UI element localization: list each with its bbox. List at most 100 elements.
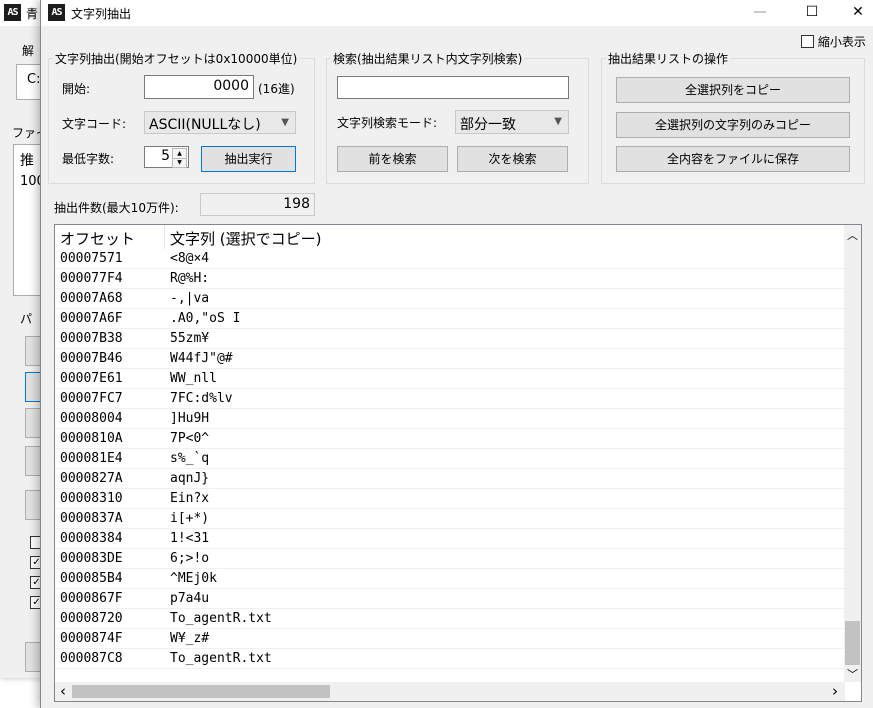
offset-cell: 0000810A	[60, 431, 123, 446]
table-row[interactable]: 0000874F W¥_z#	[55, 629, 845, 649]
min-length-value: 5	[161, 148, 170, 164]
offset-cell: 00007A6F	[60, 311, 123, 326]
string-cell: i[+*)	[170, 511, 210, 526]
table-row[interactable]: 0000827A aqnJ}	[55, 469, 845, 489]
offset-cell: 0000837A	[60, 511, 123, 526]
string-cell: aqnJ}	[170, 471, 210, 486]
result-count-box: 198	[200, 193, 315, 216]
string-cell: W44fJ"@#	[170, 351, 233, 366]
maximize-button[interactable]: ☐	[790, 0, 834, 26]
offset-cell: 00007FC7	[60, 391, 123, 406]
table-row[interactable]: 00008004 ]Hu9H	[55, 409, 845, 429]
charcode-select[interactable]: ASCII(NULLなし) ▼	[144, 111, 296, 134]
scroll-down-icon[interactable]: ﹀	[847, 666, 858, 682]
search-mode-value: 部分一致	[460, 117, 516, 133]
horizontal-scroll-thumb[interactable]	[72, 685, 330, 698]
string-cell: 1!<31	[170, 531, 210, 546]
extract-group-label: 文字列抽出(開始オフセットは0x10000単位)	[55, 52, 298, 66]
scroll-right-icon[interactable]: ›	[832, 682, 838, 700]
string-cell: To_agentR.txt	[170, 651, 272, 666]
search-mode-label: 文字列検索モード:	[337, 116, 438, 130]
string-cell: R@%H:	[170, 271, 210, 286]
save-to-file-button[interactable]: 全内容をファイルに保存	[616, 146, 850, 172]
offset-cell: 00008310	[60, 491, 123, 506]
table-row[interactable]: 000087C8 To_agentR.txt	[55, 649, 845, 669]
minimize-button[interactable]: —	[738, 0, 782, 26]
start-offset-input[interactable]: 0000	[144, 75, 254, 99]
results-header: オフセット 文字列 (選択でコピー)	[55, 225, 845, 249]
table-row[interactable]: 000083DE 6;>!o	[55, 549, 845, 569]
table-row[interactable]: 00008720 To_agentR.txt	[55, 609, 845, 629]
background-title: 青	[26, 7, 39, 21]
column-divider[interactable]	[164, 225, 165, 249]
offset-cell: 00008384	[60, 531, 123, 546]
table-row[interactable]: 000081E4 s%_`q	[55, 449, 845, 469]
table-row[interactable]: 00007A68 -,|va	[55, 289, 845, 309]
hex-unit-label: (16進)	[258, 82, 295, 96]
table-row[interactable]: 0000810A 7P<0^	[55, 429, 845, 449]
start-offset-value: 0000	[213, 78, 249, 94]
horizontal-scrollbar[interactable]: ‹ ›	[55, 682, 845, 701]
string-cell: -,|va	[170, 291, 210, 306]
table-row[interactable]: 0000837A i[+*)	[55, 509, 845, 529]
table-row[interactable]: 00007FC7 7FC:d%lv	[55, 389, 845, 409]
table-row[interactable]: 00007571 <8@×4	[55, 249, 845, 269]
string-cell: 6;>!o	[170, 551, 210, 566]
compact-view-checkbox[interactable]	[801, 35, 814, 48]
min-length-stepper[interactable]: 5 ▲ ▼	[144, 146, 189, 168]
search-next-button[interactable]: 次を検索	[457, 146, 568, 172]
offset-cell: 000077F4	[60, 271, 123, 286]
offset-cell: 0000827A	[60, 471, 123, 486]
table-row[interactable]: 00007A6F .A0,"oS I	[55, 309, 845, 329]
table-row[interactable]: 00008384 1!<31	[55, 529, 845, 549]
start-offset-label: 開始:	[62, 82, 91, 96]
string-cell: 7FC:d%lv	[170, 391, 233, 406]
table-row[interactable]: 000085B4 ^MEj0k	[55, 569, 845, 589]
search-prev-button[interactable]: 前を検索	[337, 146, 448, 172]
chevron-down-icon: ▼	[554, 116, 562, 127]
scroll-left-icon[interactable]: ‹	[60, 682, 66, 700]
results-list[interactable]: オフセット 文字列 (選択でコピー) 00007571 <8@×4 000077F4…	[54, 224, 862, 702]
table-row[interactable]: 00007B46 W44fJ"@#	[55, 349, 845, 369]
table-row[interactable]: 00007B38 55zm¥	[55, 329, 845, 349]
copy-selected-rows-button[interactable]: 全選択列をコピー	[616, 77, 850, 103]
offset-cell: 00008004	[60, 411, 123, 426]
string-cell: s%_`q	[170, 451, 210, 466]
string-extract-window: AS 文字列抽出 — ☐ ✕ 縮小表示 文字列抽出(開始オフセットは0x1000…	[40, 0, 873, 708]
list-ops-group-label: 抽出結果リストの操作	[608, 52, 729, 66]
string-cell: 7P<0^	[170, 431, 210, 446]
offset-cell: 0000874F	[60, 631, 123, 646]
string-cell: 55zm¥	[170, 331, 210, 346]
close-button[interactable]: ✕	[836, 0, 873, 26]
string-cell: ]Hu9H	[170, 411, 210, 426]
offset-cell: 000085B4	[60, 571, 123, 586]
table-row[interactable]: 00007E61 WW_nll	[55, 369, 845, 389]
search-mode-select[interactable]: 部分一致 ▼	[455, 110, 569, 134]
min-length-label: 最低字数:	[62, 152, 115, 166]
result-count-label: 抽出件数(最大10万件):	[54, 201, 179, 215]
title-bar: AS 文字列抽出 — ☐ ✕	[41, 0, 873, 26]
offset-cell: 00008720	[60, 611, 123, 626]
app-icon: AS	[4, 4, 21, 21]
vertical-scroll-thumb[interactable]	[845, 621, 860, 665]
column-header-offset[interactable]: オフセット	[60, 228, 135, 249]
offset-cell: 00007571	[60, 251, 123, 266]
copy-selected-strings-button[interactable]: 全選択列の文字列のみコピー	[616, 112, 850, 138]
vertical-scrollbar[interactable]: ︿ ﹀	[844, 225, 861, 682]
table-row[interactable]: 00008310 Ein?x	[55, 489, 845, 509]
charcode-label: 文字コード:	[62, 117, 127, 131]
column-header-string[interactable]: 文字列 (選択でコピー)	[170, 228, 321, 249]
string-cell: W¥_z#	[170, 631, 210, 646]
table-row[interactable]: 0000867F p7a4u	[55, 589, 845, 609]
chevron-down-icon: ▼	[281, 117, 289, 128]
string-cell: Ein?x	[170, 491, 210, 506]
search-input[interactable]	[337, 76, 569, 99]
offset-cell: 000083DE	[60, 551, 123, 566]
offset-cell: 000081E4	[60, 451, 123, 466]
compact-view-toggle[interactable]: 縮小表示	[801, 33, 866, 50]
table-row[interactable]: 000077F4 R@%H:	[55, 269, 845, 289]
stepper-down-icon[interactable]: ▼	[172, 158, 187, 168]
background-label-fragment: パ	[20, 312, 33, 326]
run-extract-button[interactable]: 抽出実行	[201, 146, 296, 172]
scroll-up-icon[interactable]: ︿	[847, 227, 858, 243]
